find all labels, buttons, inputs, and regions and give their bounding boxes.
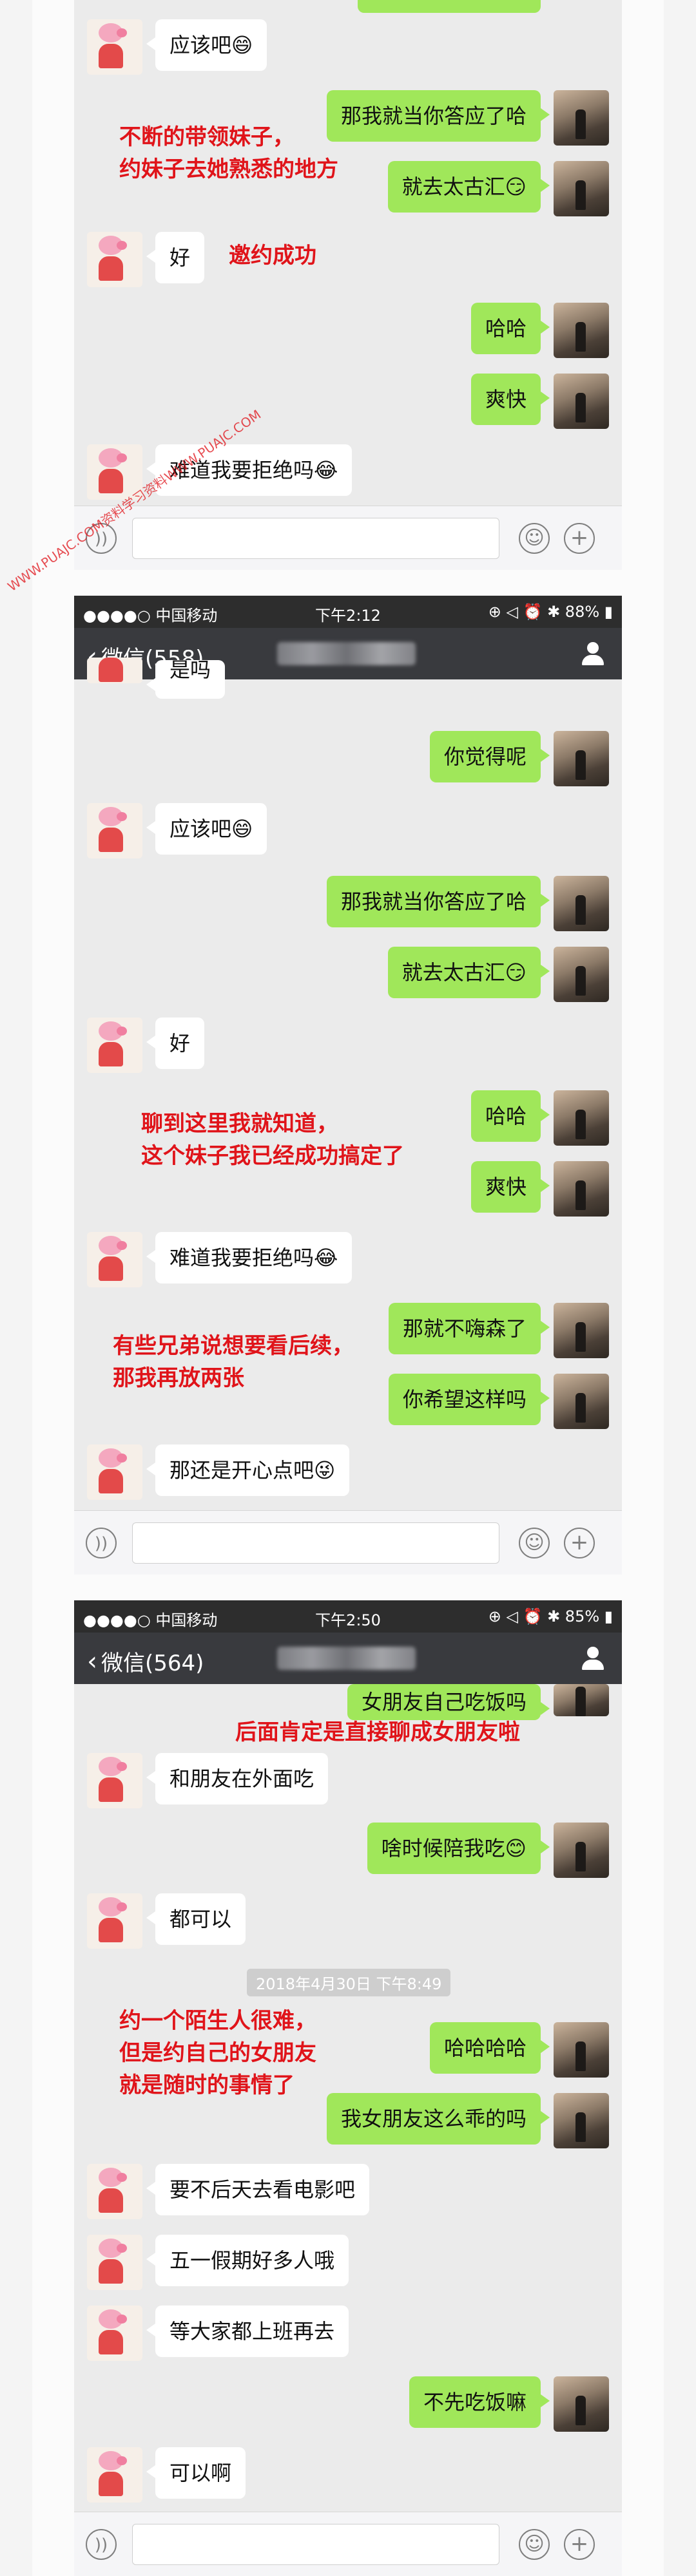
status-bar: ●●●●○ 中国移动 下午2:12 ⊕ ◁ ⏰ ✱ 88% ▮ <box>74 596 622 628</box>
blurred-contact-name <box>277 1647 416 1670</box>
annotation-text: 但是约自己的女朋友 <box>119 2040 316 2066</box>
message-input[interactable] <box>132 2524 499 2565</box>
message-bubble-out: 就去太古汇😏 <box>387 947 550 998</box>
plus-icon[interactable]: + <box>564 1528 595 1558</box>
status-indicators: ⊕ ◁ ⏰ ✱ 85% ▮ <box>488 1607 613 1625</box>
user-avatar[interactable] <box>554 876 609 931</box>
contact-avatar[interactable] <box>87 1444 142 1500</box>
user-avatar[interactable] <box>554 2093 609 2148</box>
annotation-text: 邀约成功 <box>229 243 316 269</box>
plus-icon[interactable]: + <box>564 523 595 554</box>
message-bubble-in: 等大家都上班再去 <box>146 2306 349 2357</box>
annotation-text: 这个妹子我已经成功搞定了 <box>141 1143 404 1169</box>
back-button[interactable]: ‹ 微信(564) <box>87 1645 204 1677</box>
plus-icon[interactable]: + <box>564 2529 595 2560</box>
message-bubble-out: 爽快 <box>470 1161 550 1213</box>
annotation-text: 有些兄弟说想要看后续， <box>113 1333 354 1359</box>
message-bubble-out: 女朋友自己吃饭吗 <box>347 1684 550 1720</box>
message-bubble-out: 不先吃饭嘛 <box>409 2376 550 2428</box>
user-avatar[interactable] <box>554 731 609 786</box>
message-bubble-in: 五一假期好多人哦 <box>146 2235 349 2286</box>
user-avatar[interactable] <box>554 2022 609 2078</box>
message-bubble-in: 那还是开心点吧😜 <box>146 1444 350 1496</box>
message-bubble-in: 是吗 <box>146 659 226 699</box>
user-avatar[interactable] <box>554 90 609 146</box>
back-label: 微信(564) <box>101 1651 204 1676</box>
message-bubble-in: 好 <box>146 1018 205 1069</box>
input-bar: )) ☺ + <box>74 506 622 570</box>
message-bubble-out <box>358 0 541 13</box>
blurred-contact-name <box>277 642 416 665</box>
user-avatar[interactable] <box>554 2376 609 2432</box>
annotation-text: 聊到这里我就知道， <box>141 1111 338 1137</box>
message-bubble-in: 和朋友在外面吃 <box>146 1753 329 1804</box>
message-bubble-out: 那我就当你答应了哈 <box>326 876 550 927</box>
message-bubble-out: 哈哈哈哈 <box>429 2022 550 2074</box>
contact-avatar[interactable] <box>87 2235 142 2290</box>
contact-avatar[interactable] <box>87 2164 142 2219</box>
contact-avatar[interactable] <box>87 19 142 75</box>
message-bubble-in: 应该吧😄 <box>146 803 267 855</box>
annotation-text: 约一个陌生人很难， <box>119 2008 316 2034</box>
emoji-icon[interactable]: ☺ <box>519 2529 550 2560</box>
message-bubble-in: 好 <box>146 232 205 283</box>
user-avatar[interactable] <box>554 1374 609 1429</box>
user-avatar[interactable] <box>554 1823 609 1878</box>
contact-avatar[interactable] <box>87 2447 142 2503</box>
user-avatar[interactable] <box>554 303 609 358</box>
annotation-text: 约妹子去她熟悉的地方 <box>119 156 338 182</box>
message-bubble-in: 都可以 <box>146 1893 246 1945</box>
timestamp-chip: 2018年4月30日 下午8:49 <box>247 1969 451 1996</box>
user-avatar[interactable] <box>554 947 609 1002</box>
contact-avatar[interactable] <box>87 1018 142 1073</box>
contact-avatar[interactable] <box>87 1753 142 1808</box>
chat-panel-2: ●●●●○ 中国移动 下午2:12 ⊕ ◁ ⏰ ✱ 88% ▮ ‹ 微信(558… <box>74 596 622 1575</box>
message-bubble-out: 爽快 <box>470 374 550 425</box>
user-avatar[interactable] <box>554 374 609 429</box>
user-avatar[interactable] <box>554 1090 609 1146</box>
annotation-text: 后面肯定是直接聊成女朋友啦 <box>235 1719 520 1745</box>
status-indicators: ⊕ ◁ ⏰ ✱ 88% ▮ <box>488 603 613 621</box>
input-bar: )) ☺ + <box>74 1510 622 1575</box>
chat-panel-3: ●●●●○ 中国移动 下午2:50 ⊕ ◁ ⏰ ✱ 85% ▮ ‹ 微信(564… <box>74 1600 622 2576</box>
message-bubble-out: 我女朋友这么乖的吗 <box>326 2093 550 2145</box>
contact-avatar[interactable] <box>87 1232 142 1287</box>
person-icon[interactable] <box>582 642 604 665</box>
contact-avatar[interactable] <box>87 2306 142 2361</box>
message-input[interactable] <box>132 518 499 559</box>
emoji-icon[interactable]: ☺ <box>519 523 550 554</box>
contact-avatar[interactable] <box>87 658 142 683</box>
annotation-text: 那我再放两张 <box>113 1365 244 1391</box>
annotation-text: 不断的带领妹子， <box>119 124 295 150</box>
input-bar: )) ☺ + <box>74 2512 622 2576</box>
message-bubble-in: 要不后天去看电影吧 <box>146 2164 370 2215</box>
message-input[interactable] <box>132 1522 499 1564</box>
message-bubble-out: 啥时候陪我吃😊 <box>367 1823 550 1874</box>
annotation-text: 就是随时的事情了 <box>119 2072 295 2098</box>
message-bubble-in: 可以啊 <box>146 2447 246 2499</box>
contact-avatar[interactable] <box>87 232 142 287</box>
user-avatar[interactable] <box>554 161 609 216</box>
emoji-icon[interactable]: ☺ <box>519 1528 550 1558</box>
status-bar: ●●●●○ 中国移动 下午2:50 ⊕ ◁ ⏰ ✱ 85% ▮ <box>74 1600 622 1633</box>
message-bubble-out: 你觉得呢 <box>429 731 550 782</box>
message-bubble-out: 那我就当你答应了哈 <box>326 90 550 142</box>
message-bubble-in: 应该吧😄 <box>146 19 267 71</box>
person-icon[interactable] <box>582 1647 604 1670</box>
contact-avatar[interactable] <box>87 803 142 858</box>
nav-bar: ‹ 微信(564) <box>74 1633 622 1684</box>
message-bubble-out: 就去太古汇😏 <box>387 161 550 213</box>
message-bubble-out: 哈哈 <box>470 1090 550 1142</box>
user-avatar[interactable] <box>554 1684 609 1716</box>
user-avatar[interactable] <box>554 1161 609 1217</box>
contact-avatar[interactable] <box>87 1893 142 1949</box>
voice-icon[interactable]: )) <box>86 2529 117 2560</box>
chevron-left-icon: ‹ <box>87 1646 97 1676</box>
voice-icon[interactable]: )) <box>86 1528 117 1558</box>
message-bubble-out: 那就不嗨森了 <box>388 1303 550 1354</box>
message-bubble-in: 难道我要拒绝吗😂 <box>146 1232 353 1283</box>
message-bubble-out: 哈哈 <box>470 303 550 354</box>
user-avatar[interactable] <box>554 1303 609 1358</box>
message-bubble-out: 你希望这样吗 <box>388 1374 550 1425</box>
